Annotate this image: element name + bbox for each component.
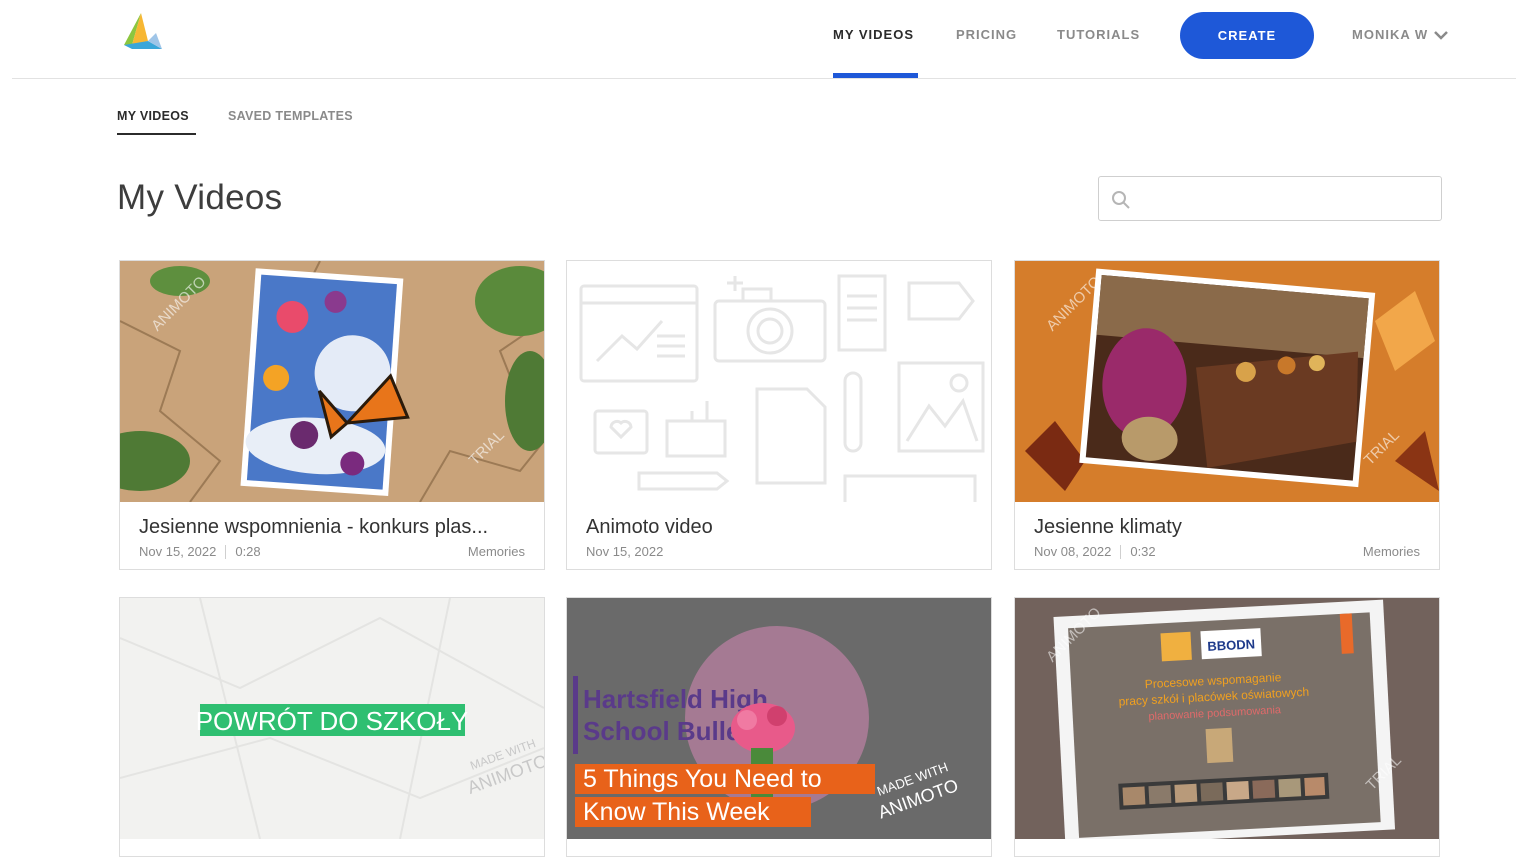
video-card[interactable]: Hartsfield High School Bulletin 5 Things… xyxy=(566,597,992,857)
video-thumbnail-placeholder[interactable] xyxy=(567,261,991,502)
animoto-logo-icon[interactable] xyxy=(118,11,164,51)
video-thumbnail[interactable]: ANIMOTO TRIAL xyxy=(120,261,544,502)
nav-pricing[interactable]: PRICING xyxy=(956,27,1017,42)
tab-my-videos[interactable]: MY VIDEOS xyxy=(117,109,189,123)
video-category: Memories xyxy=(467,544,525,559)
user-menu[interactable]: MONIKA W xyxy=(1352,27,1449,42)
video-card[interactable]: Animoto video Nov 15, 2022 xyxy=(566,260,992,570)
video-meta: Nov 15, 2022 xyxy=(586,544,663,559)
search-box[interactable] xyxy=(1098,176,1442,221)
video-title[interactable]: Jesienne klimaty xyxy=(1034,516,1182,539)
video-meta: Nov 08, 2022 0:32 xyxy=(1034,544,1156,559)
video-card[interactable]: POWRÓT DO SZKOŁY MADE WITH ANIMOTO xyxy=(119,597,545,857)
video-thumbnail[interactable]: POWRÓT DO SZKOŁY MADE WITH ANIMOTO xyxy=(120,598,544,839)
search-input[interactable] xyxy=(1141,183,1435,217)
banner-line-2: Know This Week xyxy=(583,798,770,826)
video-card[interactable]: BBODN Procesowe wspomaganie pracy szkół … xyxy=(1014,597,1440,857)
meta-divider xyxy=(1120,544,1122,559)
meta-divider xyxy=(225,544,227,559)
video-category: Memories xyxy=(1362,544,1420,559)
nav-my-videos[interactable]: MY VIDEOS xyxy=(833,27,914,42)
chevron-down-icon xyxy=(1434,30,1449,40)
video-duration: 0:28 xyxy=(235,544,261,559)
page-title: My Videos xyxy=(117,178,283,217)
active-nav-indicator xyxy=(833,73,918,78)
top-navigation: MY VIDEOS PRICING TUTORIALS CREATE MONIK… xyxy=(12,0,1516,79)
nav-tutorials[interactable]: TUTORIALS xyxy=(1057,27,1140,42)
video-card[interactable]: ANIMOTO TRIAL Jesienne klimaty Nov 08, 2… xyxy=(1014,260,1440,570)
video-date: Nov 15, 2022 xyxy=(586,544,664,559)
overlay-text: POWRÓT DO SZKOŁY xyxy=(196,706,469,736)
video-thumbnail[interactable]: BBODN Procesowe wspomaganie pracy szkół … xyxy=(1015,598,1439,839)
video-title[interactable]: Animoto video xyxy=(586,516,713,539)
user-name: MONIKA W xyxy=(1352,27,1429,42)
search-icon xyxy=(1112,191,1130,209)
active-tab-indicator xyxy=(117,133,196,135)
video-date: Nov 15, 2022 xyxy=(139,544,217,559)
banner-line-1: 5 Things You Need to xyxy=(583,765,822,793)
video-thumbnail[interactable]: ANIMOTO TRIAL xyxy=(1015,261,1439,502)
video-title[interactable]: Jesienne wspomnienia - konkurs plas... xyxy=(139,516,488,539)
create-button[interactable]: CREATE xyxy=(1180,12,1314,59)
video-card[interactable]: ANIMOTO TRIAL Jesienne wspomnienia - kon… xyxy=(119,260,545,570)
video-date: Nov 08, 2022 xyxy=(1034,544,1112,559)
video-meta: Nov 15, 2022 0:28 xyxy=(139,544,261,559)
video-thumbnail[interactable]: Hartsfield High School Bulletin 5 Things… xyxy=(567,598,991,839)
tab-saved-templates[interactable]: SAVED TEMPLATES xyxy=(228,109,353,123)
video-duration: 0:32 xyxy=(1130,544,1156,559)
headline-line-1: Hartsfield High xyxy=(583,684,768,714)
org-logo-text: BBODN xyxy=(1207,636,1255,653)
